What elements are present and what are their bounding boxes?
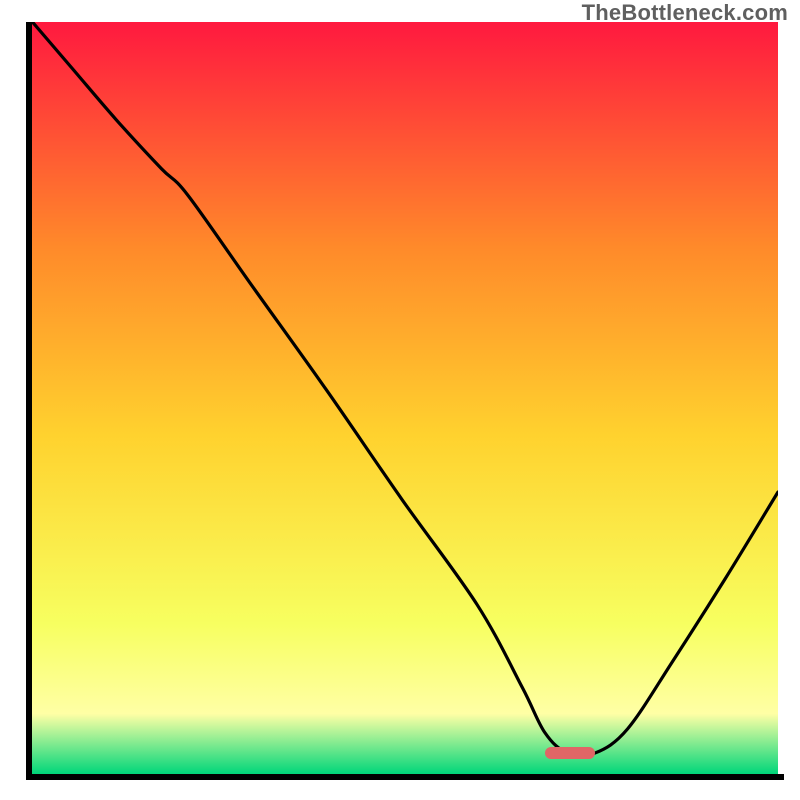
chart-stage: TheBottleneck.com bbox=[0, 0, 800, 800]
plot-area bbox=[26, 22, 778, 774]
optimal-range-marker bbox=[545, 747, 595, 759]
bottleneck-curve bbox=[26, 22, 778, 774]
watermark-text: TheBottleneck.com bbox=[582, 0, 788, 26]
